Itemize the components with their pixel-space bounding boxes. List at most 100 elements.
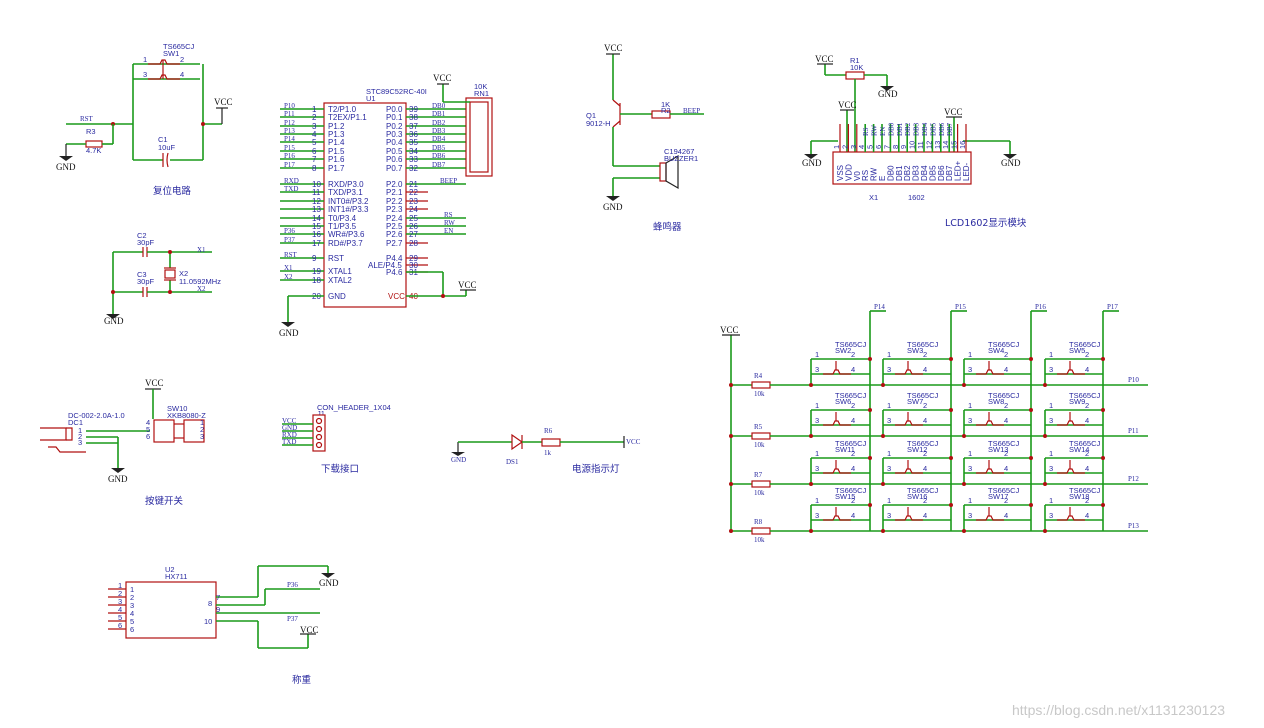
mcu-left-net: P15 bbox=[284, 144, 295, 152]
switch-pin-1: 1 bbox=[968, 449, 972, 458]
reset-r3-ref: R3 bbox=[86, 127, 96, 136]
mcu-right-pin-number: 27 bbox=[409, 230, 418, 239]
mcu-left-pin-number: 17 bbox=[312, 239, 321, 248]
keypad-switch: 1 23 4TS665CJSW3 bbox=[881, 340, 953, 387]
switch-ref: SW11 bbox=[835, 445, 855, 454]
reset-circuit: TS665CJ SW1 1 2 3 4 VCC RST R3 4.7K GND … bbox=[56, 42, 233, 197]
mcu-right-net: DB4 bbox=[432, 135, 446, 143]
mcu-left-net: X1 bbox=[284, 264, 293, 272]
keypad-switch: 1 23 4TS665CJSW15 bbox=[809, 486, 872, 533]
mcu-left-pin-name: XTAL2 bbox=[328, 276, 352, 285]
switch-pin-1: 1 bbox=[968, 350, 972, 359]
switch-pin-1: 1 bbox=[815, 350, 819, 359]
hx-gnd-label: GND bbox=[319, 578, 339, 588]
lcd-gnd-right: GND bbox=[1001, 158, 1021, 168]
power-switch-circuit: VCC DC-002-2.0A-1.0 DC1 1 2 3 4 5 6 1 2 … bbox=[40, 378, 206, 507]
mcu-left-pin-name: T2EX/P1.1 bbox=[328, 113, 367, 122]
buzzer-circuit: VCC 1K R2 BEEP Q1 9012-H C194267 BUZZER1… bbox=[586, 43, 704, 233]
mcu-vcc-label: VCC bbox=[458, 280, 477, 290]
mcu-right-pin-number: 28 bbox=[409, 239, 418, 248]
switch-pin-2: 2 bbox=[851, 401, 855, 410]
switch-pin-1: 1 bbox=[815, 496, 819, 505]
lcd-r1-value: 10K bbox=[850, 63, 863, 72]
switch-pin-4: 4 bbox=[923, 365, 927, 374]
crystal-circuit: C2 30pF X1 C3 30pF X2 X2 11.0592MHz GND bbox=[104, 231, 221, 326]
keypad-switch: 1 23 4TS665CJSW9 bbox=[1043, 391, 1105, 438]
mcu-left-net: P11 bbox=[284, 110, 295, 118]
led-vcc-label: VCC bbox=[626, 438, 641, 446]
switch-pin-1: 1 bbox=[815, 449, 819, 458]
switch-pin-1: 1 bbox=[1049, 449, 1053, 458]
mcu-left-pin-name: P1.6 bbox=[328, 155, 345, 164]
reset-switch-ref: SW1 bbox=[163, 49, 179, 58]
mcu-right-pin-name: P2.6 bbox=[386, 230, 403, 239]
dc-gnd-label: GND bbox=[108, 474, 128, 484]
mcu-left-pin-name: XTAL1 bbox=[328, 267, 352, 276]
mcu-left-pin-name: RD#/P3.7 bbox=[328, 239, 363, 248]
hx-pin-7: 7 bbox=[216, 593, 220, 602]
mcu-left-net: P13 bbox=[284, 127, 295, 135]
switch-pin-4: 4 bbox=[851, 464, 855, 473]
lcd-pin-net: DB1 bbox=[896, 122, 904, 136]
switch-ref: SW2 bbox=[835, 346, 851, 355]
mcu-right-pin-name: P0.4 bbox=[386, 138, 403, 147]
hx-net-p37: P37 bbox=[287, 615, 298, 623]
lcd-pin-net: RS bbox=[862, 127, 870, 136]
mcu-left-pin-number: 8 bbox=[312, 164, 317, 173]
lcd-vcc-mid: VCC bbox=[838, 100, 857, 110]
keypad-switch: 1 23 4TS665CJSW8 bbox=[962, 391, 1033, 438]
switch-pin-3: 3 bbox=[968, 511, 972, 520]
hx-vcc-label: VCC bbox=[300, 625, 319, 635]
switch-pin-2: 2 bbox=[1085, 350, 1089, 359]
lcd-part: 1602 bbox=[908, 193, 925, 202]
keypad-row-resistor bbox=[751, 381, 771, 389]
keypad-row-resistor-value: 10k bbox=[754, 536, 765, 544]
switch-pin-4: 4 bbox=[851, 511, 855, 520]
keypad-switch: 1 23 4TS665CJSW13 bbox=[962, 439, 1033, 486]
keypad-row-resistor-ref: R7 bbox=[754, 471, 763, 479]
hx711-weighing: U2 HX711 1 2 3 4 5 6 1 2 3 4 5 6 GND P36 bbox=[108, 565, 339, 686]
dc-vcc-label: VCC bbox=[145, 378, 164, 388]
switch-ref: SW8 bbox=[988, 397, 1004, 406]
keypad-row-net: P13 bbox=[1128, 522, 1139, 530]
keypad-row-resistor-ref: R5 bbox=[754, 423, 763, 431]
switch-pin-1: 1 bbox=[887, 496, 891, 505]
keypad-switch: 1 23 4TS665CJSW4 bbox=[962, 340, 1033, 387]
lcd-pin-net: EN bbox=[879, 127, 887, 136]
mcu-left-net: P12 bbox=[284, 119, 295, 127]
lcd-gnd-left: GND bbox=[802, 158, 822, 168]
mcu-right-net: DB7 bbox=[432, 161, 446, 169]
mcu-left-net: P10 bbox=[284, 102, 295, 110]
mcu-right-pin-number: 33 bbox=[409, 155, 418, 164]
keypad-switch: 1 23 4TS665CJSW5 bbox=[1043, 340, 1105, 387]
mcu-right-pin-name: P2.3 bbox=[386, 205, 403, 214]
switch-pin-4: 4 bbox=[1085, 464, 1089, 473]
reset-sw-pin1: 1 bbox=[143, 55, 147, 64]
switch-ref: SW14 bbox=[1069, 445, 1089, 454]
crystal-gnd-label: GND bbox=[104, 316, 124, 326]
switch-pin-3: 3 bbox=[887, 416, 891, 425]
keypad-row-net: P11 bbox=[1128, 427, 1139, 435]
switch-pin-1: 1 bbox=[1049, 350, 1053, 359]
mcu-right-net: RW bbox=[444, 219, 455, 227]
lcd-vcc-top: VCC bbox=[815, 54, 834, 64]
header-net-txd: TXD bbox=[282, 438, 296, 446]
mcu-right-pin-name: P2.1 bbox=[386, 188, 403, 197]
mcu-left-pin-number: 16 bbox=[312, 230, 321, 239]
mcu-left-pin-name: WR#/P3.6 bbox=[328, 230, 365, 239]
keypad-row-resistor-value: 10k bbox=[754, 390, 765, 398]
hx-pin-8: 8 bbox=[208, 599, 212, 608]
mcu-right-net: DB3 bbox=[432, 127, 446, 135]
switch-pin-1: 1 bbox=[887, 401, 891, 410]
keypad-row-resistor-value: 10k bbox=[754, 441, 765, 449]
hx-pin-6: 6 bbox=[118, 621, 122, 630]
switch-pin-3: 3 bbox=[968, 365, 972, 374]
mcu-left-pin-number: 13 bbox=[312, 205, 321, 214]
mcu-left-net: P36 bbox=[284, 227, 295, 235]
mcu-left-net: P16 bbox=[284, 152, 295, 160]
switch-pin-1: 1 bbox=[968, 496, 972, 505]
switch-pin-4: 4 bbox=[851, 416, 855, 425]
switch-pin-2: 2 bbox=[1004, 350, 1008, 359]
switch-pin-2: 2 bbox=[923, 401, 927, 410]
mcu-left-pin-name: INT1#/P3.3 bbox=[328, 205, 369, 214]
